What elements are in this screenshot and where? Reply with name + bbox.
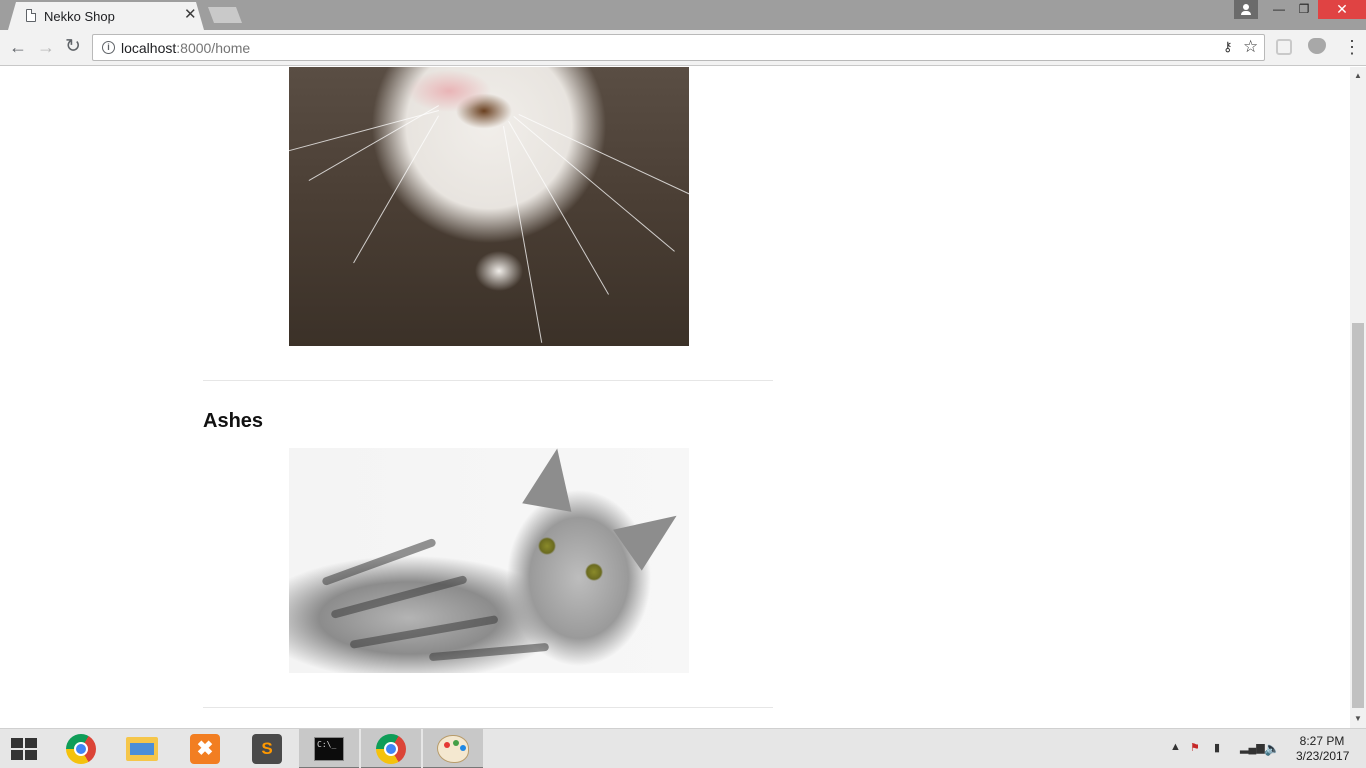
back-icon[interactable]: ← — [9, 37, 27, 57]
divider — [203, 707, 773, 708]
whisker — [503, 126, 543, 343]
taskbar-chrome-active[interactable] — [361, 729, 421, 768]
forward-icon[interactable]: → — [37, 37, 55, 57]
whisker — [353, 115, 439, 264]
scroll-down-icon[interactable]: ▼ — [1354, 714, 1362, 723]
start-tile — [11, 750, 23, 760]
volume-icon[interactable]: 🔈 — [1264, 741, 1280, 757]
sublime-text-icon: S — [252, 734, 282, 764]
network-icon[interactable]: ▂▄▆ — [1240, 741, 1265, 754]
paint-icon — [437, 735, 469, 763]
star-icon[interactable]: ☆ — [1243, 37, 1258, 57]
fur-stripe — [330, 575, 468, 619]
gray-tabby-cat-photo — [289, 444, 691, 673]
start-tile — [11, 738, 23, 748]
xampp-icon: ✖ — [190, 734, 220, 764]
fur-stripe — [428, 642, 550, 662]
cat-ear — [522, 444, 582, 512]
taskbar-clock[interactable]: 8:27 PM 3/23/2017 — [1296, 734, 1350, 764]
taskbar-paint[interactable] — [423, 729, 483, 768]
key-icon[interactable]: ⚷ — [1223, 39, 1233, 55]
fur-stripe — [321, 537, 437, 587]
windows-taskbar: ✖ S C:\_ ▲ ⚑ ▮ ▂▄▆ 🔈 8:27 PM 3/23/2017 — [0, 728, 1366, 768]
taskbar-sublime-text[interactable]: S — [237, 729, 297, 768]
taskbar-file-explorer[interactable] — [112, 729, 172, 768]
extension-icon[interactable] — [1276, 39, 1292, 55]
action-center-flag-icon[interactable]: ⚑ — [1190, 741, 1200, 754]
divider — [203, 380, 773, 381]
taskbar-chrome[interactable] — [51, 729, 111, 768]
reload-icon[interactable]: ↻ — [65, 37, 81, 57]
url-text[interactable]: localhost:8000/home — [121, 40, 250, 56]
url-host: localhost — [121, 40, 177, 56]
browser-tab[interactable]: Nekko Shop ✕ — [8, 2, 204, 30]
clock-time: 8:27 PM — [1299, 734, 1345, 748]
whisker — [308, 105, 439, 181]
command-prompt-icon: C:\_ — [314, 737, 344, 761]
windows-start-icon[interactable] — [11, 738, 39, 760]
clock-date: 3/23/2017 — [1296, 749, 1350, 763]
battery-icon[interactable]: ▮ — [1214, 741, 1220, 754]
extension-icon[interactable] — [1308, 38, 1326, 54]
info-icon[interactable]: i — [102, 41, 115, 54]
start-tile — [25, 738, 37, 748]
taskbar-xampp[interactable]: ✖ — [175, 729, 235, 768]
chrome-icon — [66, 734, 96, 764]
new-tab-button[interactable] — [208, 7, 242, 23]
page-icon — [26, 9, 36, 22]
taskbar-command-prompt[interactable]: C:\_ — [299, 729, 359, 768]
browser-toolbar: ← → ↻ i localhost:8000/home ⚷ ☆ ⋮ — [0, 30, 1366, 66]
browser-titlebar: Nekko Shop ✕ — ❐ ✕ — [0, 0, 1366, 30]
close-window-button[interactable]: ✕ — [1318, 0, 1366, 19]
maximize-button[interactable]: ❐ — [1291, 0, 1317, 19]
whisker — [513, 116, 675, 252]
tab-close-icon[interactable]: ✕ — [184, 7, 197, 23]
folder-icon — [126, 737, 158, 761]
show-hidden-icons-icon[interactable]: ▲ — [1170, 741, 1181, 753]
minimize-button[interactable]: — — [1266, 0, 1292, 19]
menu-icon[interactable]: ⋮ — [1343, 37, 1361, 57]
whisker — [508, 121, 609, 295]
page-scrollbar[interactable]: ▲ ▼ — [1350, 67, 1366, 728]
profile-icon[interactable] — [1234, 0, 1258, 19]
cat-name-heading: Ashes — [203, 410, 264, 432]
whisker — [284, 110, 439, 153]
start-tile — [25, 750, 37, 760]
tab-title: Nekko Shop — [44, 9, 115, 24]
fur-stripe — [349, 615, 499, 649]
address-bar[interactable]: i localhost:8000/home ⚷ ☆ — [92, 34, 1265, 61]
scrollbar-thumb[interactable] — [1352, 323, 1364, 708]
chrome-icon — [376, 734, 406, 764]
white-cat-photo — [284, 67, 692, 346]
cat-ear — [613, 495, 691, 571]
scroll-up-icon[interactable]: ▲ — [1354, 71, 1362, 80]
url-path: :8000/home — [176, 40, 251, 56]
page-viewport: Ashes — [0, 67, 1350, 728]
